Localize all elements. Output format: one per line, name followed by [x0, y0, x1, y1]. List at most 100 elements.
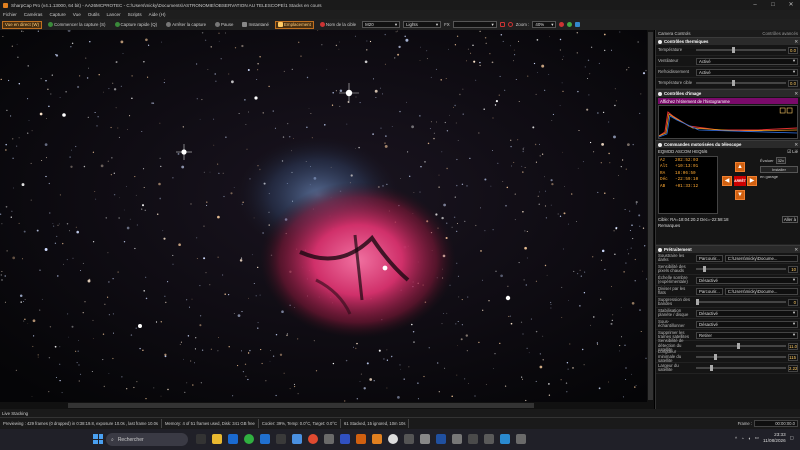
- menu-file[interactable]: Fichier: [3, 12, 17, 17]
- chrome-icon[interactable]: [308, 434, 318, 444]
- taskbar-search[interactable]: ⌕ Rechercher: [106, 433, 188, 446]
- slider-knob[interactable]: [709, 365, 713, 371]
- slider-knob[interactable]: [732, 47, 735, 53]
- app-icon[interactable]: [404, 434, 414, 444]
- dark-path-select[interactable]: C:\Users\micky\Docume...: [724, 254, 798, 262]
- close-button[interactable]: ✕: [782, 0, 800, 10]
- file-explorer-icon[interactable]: [212, 434, 222, 444]
- app-icon[interactable]: [356, 434, 366, 444]
- app-icon[interactable]: [388, 434, 398, 444]
- mail-icon[interactable]: [228, 434, 238, 444]
- stabilization-select[interactable]: Désactivé ▾: [696, 309, 798, 317]
- app-icon[interactable]: [292, 434, 302, 444]
- menu-launch[interactable]: Lancer: [107, 12, 121, 17]
- install-button[interactable]: Installer: [760, 166, 798, 173]
- stop-capture-button[interactable]: Arrêter la capture: [163, 21, 209, 29]
- app-icon[interactable]: [516, 434, 526, 444]
- park-button[interactable]: en garage: [760, 174, 798, 179]
- telescope-section-header[interactable]: Commandes motorisées du télescope ✕: [656, 140, 800, 148]
- fan-select[interactable]: Activé ▾: [696, 57, 798, 65]
- hot-pixel-slider[interactable]: [696, 266, 786, 272]
- menu-tools[interactable]: Outils: [88, 12, 100, 17]
- close-icon[interactable]: ✕: [794, 39, 798, 45]
- zoom-select[interactable]: 40% ▾: [532, 21, 557, 28]
- menu-scripts[interactable]: Scripts: [128, 12, 142, 17]
- live-view-button[interactable]: Vue en direct (W): [2, 20, 42, 29]
- speed-select[interactable]: 32x: [775, 157, 787, 164]
- minimize-button[interactable]: –: [746, 0, 764, 10]
- wifi-icon[interactable]: ◔: [741, 436, 744, 441]
- cooler-select[interactable]: Activé ▾: [696, 68, 798, 76]
- sharpcap-icon[interactable]: [372, 434, 382, 444]
- satellite-sensitivity-slider[interactable]: [696, 343, 786, 349]
- close-icon[interactable]: ✕: [794, 91, 798, 97]
- arrow-right-icon[interactable]: ▶: [747, 176, 757, 186]
- scrollbar-thumb[interactable]: [648, 32, 653, 400]
- notification-icon[interactable]: ▢: [790, 435, 794, 441]
- app-icon[interactable]: [324, 434, 334, 444]
- stop-button[interactable]: ARRÊT: [734, 176, 746, 186]
- quick-capture-button[interactable]: Capture rapide (Q): [112, 21, 161, 29]
- horizontal-scrollbar[interactable]: [0, 402, 654, 409]
- image-section-header[interactable]: Contrôles d'image ✕: [656, 89, 800, 97]
- browse-darks-button[interactable]: Parcourir...: [696, 254, 723, 262]
- vertical-scrollbar[interactable]: [647, 30, 654, 402]
- snapshot-button[interactable]: Instantané: [239, 21, 272, 29]
- battery-icon[interactable]: ▭: [755, 435, 759, 441]
- frame-type-select[interactable]: Lights ▾: [403, 21, 442, 28]
- menu-help[interactable]: Aide (H): [149, 12, 166, 17]
- app-icon[interactable]: [468, 434, 478, 444]
- advanced-controls-toggle[interactable]: Contrôles avancés: [762, 31, 798, 36]
- edge-icon[interactable]: [260, 434, 270, 444]
- live-stacking-tab[interactable]: Live Stacking: [0, 409, 800, 418]
- fx-select[interactable]: ▾: [452, 21, 497, 28]
- arrow-down-icon[interactable]: ▼: [735, 190, 745, 200]
- satellite-remove-select[interactable]: Retirer ▾: [696, 331, 798, 339]
- reticle-icon[interactable]: [507, 22, 513, 27]
- dark-scale-select[interactable]: Désactivé ▾: [696, 276, 798, 284]
- satellite-length-slider[interactable]: [696, 354, 786, 360]
- menu-capture[interactable]: Capture: [49, 12, 65, 17]
- banding-slider[interactable]: [696, 299, 786, 305]
- arrow-left-icon[interactable]: ◀: [722, 176, 732, 186]
- arrow-up-icon[interactable]: ▲: [735, 162, 745, 172]
- scrollbar-thumb[interactable]: [68, 403, 534, 408]
- menu-view[interactable]: Vue: [73, 12, 81, 17]
- target-temp-slider[interactable]: [696, 80, 786, 86]
- start-capture-button[interactable]: Commencer la capture (S): [45, 21, 109, 29]
- app-icon[interactable]: [420, 434, 430, 444]
- app-icon[interactable]: [436, 434, 446, 444]
- store-icon[interactable]: [276, 434, 286, 444]
- preprocess-section-header[interactable]: Prétraitement ✕: [656, 245, 800, 253]
- blue-tool-icon[interactable]: [575, 22, 581, 27]
- goto-button[interactable]: Aller à: [781, 215, 798, 223]
- thermal-section-header[interactable]: Contrôles thermiques ✕: [656, 37, 800, 45]
- target-name-button[interactable]: Nom de la cible: [317, 21, 359, 29]
- pause-button[interactable]: Pause: [212, 21, 236, 29]
- flat-path-select[interactable]: C:\Users\micky\Docume...: [724, 287, 798, 295]
- histogram-title[interactable]: Affichez l'étirement de l'histogramme: [658, 98, 798, 104]
- close-icon[interactable]: ✕: [794, 247, 798, 253]
- app-icon[interactable]: [500, 434, 510, 444]
- word-icon[interactable]: [340, 434, 350, 444]
- speaker-icon[interactable]: ◖: [748, 436, 751, 441]
- crosshair-icon[interactable]: [499, 22, 505, 27]
- subsample-select[interactable]: Désactivé ▾: [696, 320, 798, 328]
- satellite-width-slider[interactable]: [696, 365, 786, 371]
- slider-knob[interactable]: [714, 354, 717, 360]
- target-name-select[interactable]: M20 ▾: [362, 21, 401, 28]
- browse-flats-button[interactable]: Parcourir...: [696, 287, 723, 295]
- task-view-icon[interactable]: [196, 434, 206, 444]
- windows-start-icon[interactable]: [93, 434, 103, 444]
- app-icon[interactable]: [452, 434, 462, 444]
- slider-knob[interactable]: [732, 80, 735, 86]
- remarks-field[interactable]: Remarques: [656, 223, 800, 245]
- app-icon[interactable]: [484, 434, 494, 444]
- live-image-view[interactable]: [0, 30, 654, 402]
- whatsapp-icon[interactable]: [244, 434, 254, 444]
- menu-cameras[interactable]: Caméras: [24, 12, 43, 17]
- gear-icon[interactable]: [567, 22, 573, 27]
- chevron-up-icon[interactable]: ^: [735, 436, 737, 441]
- maximize-button[interactable]: □: [764, 0, 782, 10]
- histogram-display[interactable]: [658, 105, 798, 139]
